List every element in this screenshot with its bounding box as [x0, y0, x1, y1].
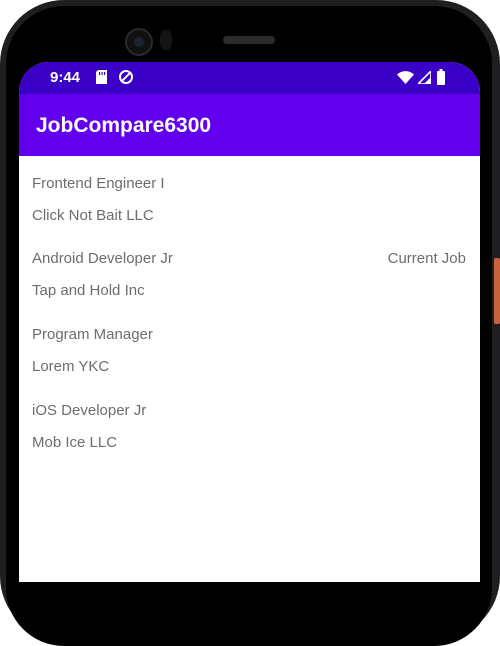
job-company: Lorem YKC: [32, 358, 110, 375]
signal-icon: [416, 69, 432, 87]
job-title: Frontend Engineer I: [32, 175, 165, 192]
job-company: Mob Ice LLC: [32, 434, 118, 451]
front-camera-icon: [125, 28, 153, 56]
job-title: Android Developer Jr: [32, 250, 173, 267]
app-bar: JobCompare6300: [19, 94, 480, 156]
app-title: JobCompare6300: [36, 114, 212, 137]
screen: 9:44 JobCompare6300 Frontend Engineer I: [19, 62, 480, 582]
wifi-icon: [397, 71, 414, 87]
proximity-sensor-icon: [160, 30, 172, 50]
sd-card-icon: [96, 70, 107, 87]
job-title: iOS Developer Jr: [32, 402, 147, 419]
job-list-item[interactable]: Program Manager Lorem YKC: [19, 308, 480, 382]
job-list-item[interactable]: Frontend Engineer I Click Not Bait LLC: [19, 156, 480, 230]
power-button[interactable]: [494, 258, 500, 324]
job-company: Click Not Bait LLC: [32, 207, 154, 224]
battery-icon: [437, 69, 445, 88]
data-saver-icon: [118, 69, 134, 88]
job-company: Tap and Hold Inc: [32, 282, 145, 299]
job-title: Program Manager: [32, 326, 153, 343]
job-list-item[interactable]: iOS Developer Jr Mob Ice LLC: [19, 384, 480, 458]
earpiece-speaker-icon: [223, 36, 275, 44]
device: 9:44 JobCompare6300 Frontend Engineer I: [0, 0, 500, 646]
job-list-item[interactable]: Android Developer Jr Current Job Tap and…: [19, 232, 480, 306]
status-bar: 9:44: [19, 62, 480, 94]
current-job-badge: Current Job: [387, 250, 466, 267]
status-time: 9:44: [50, 69, 81, 86]
